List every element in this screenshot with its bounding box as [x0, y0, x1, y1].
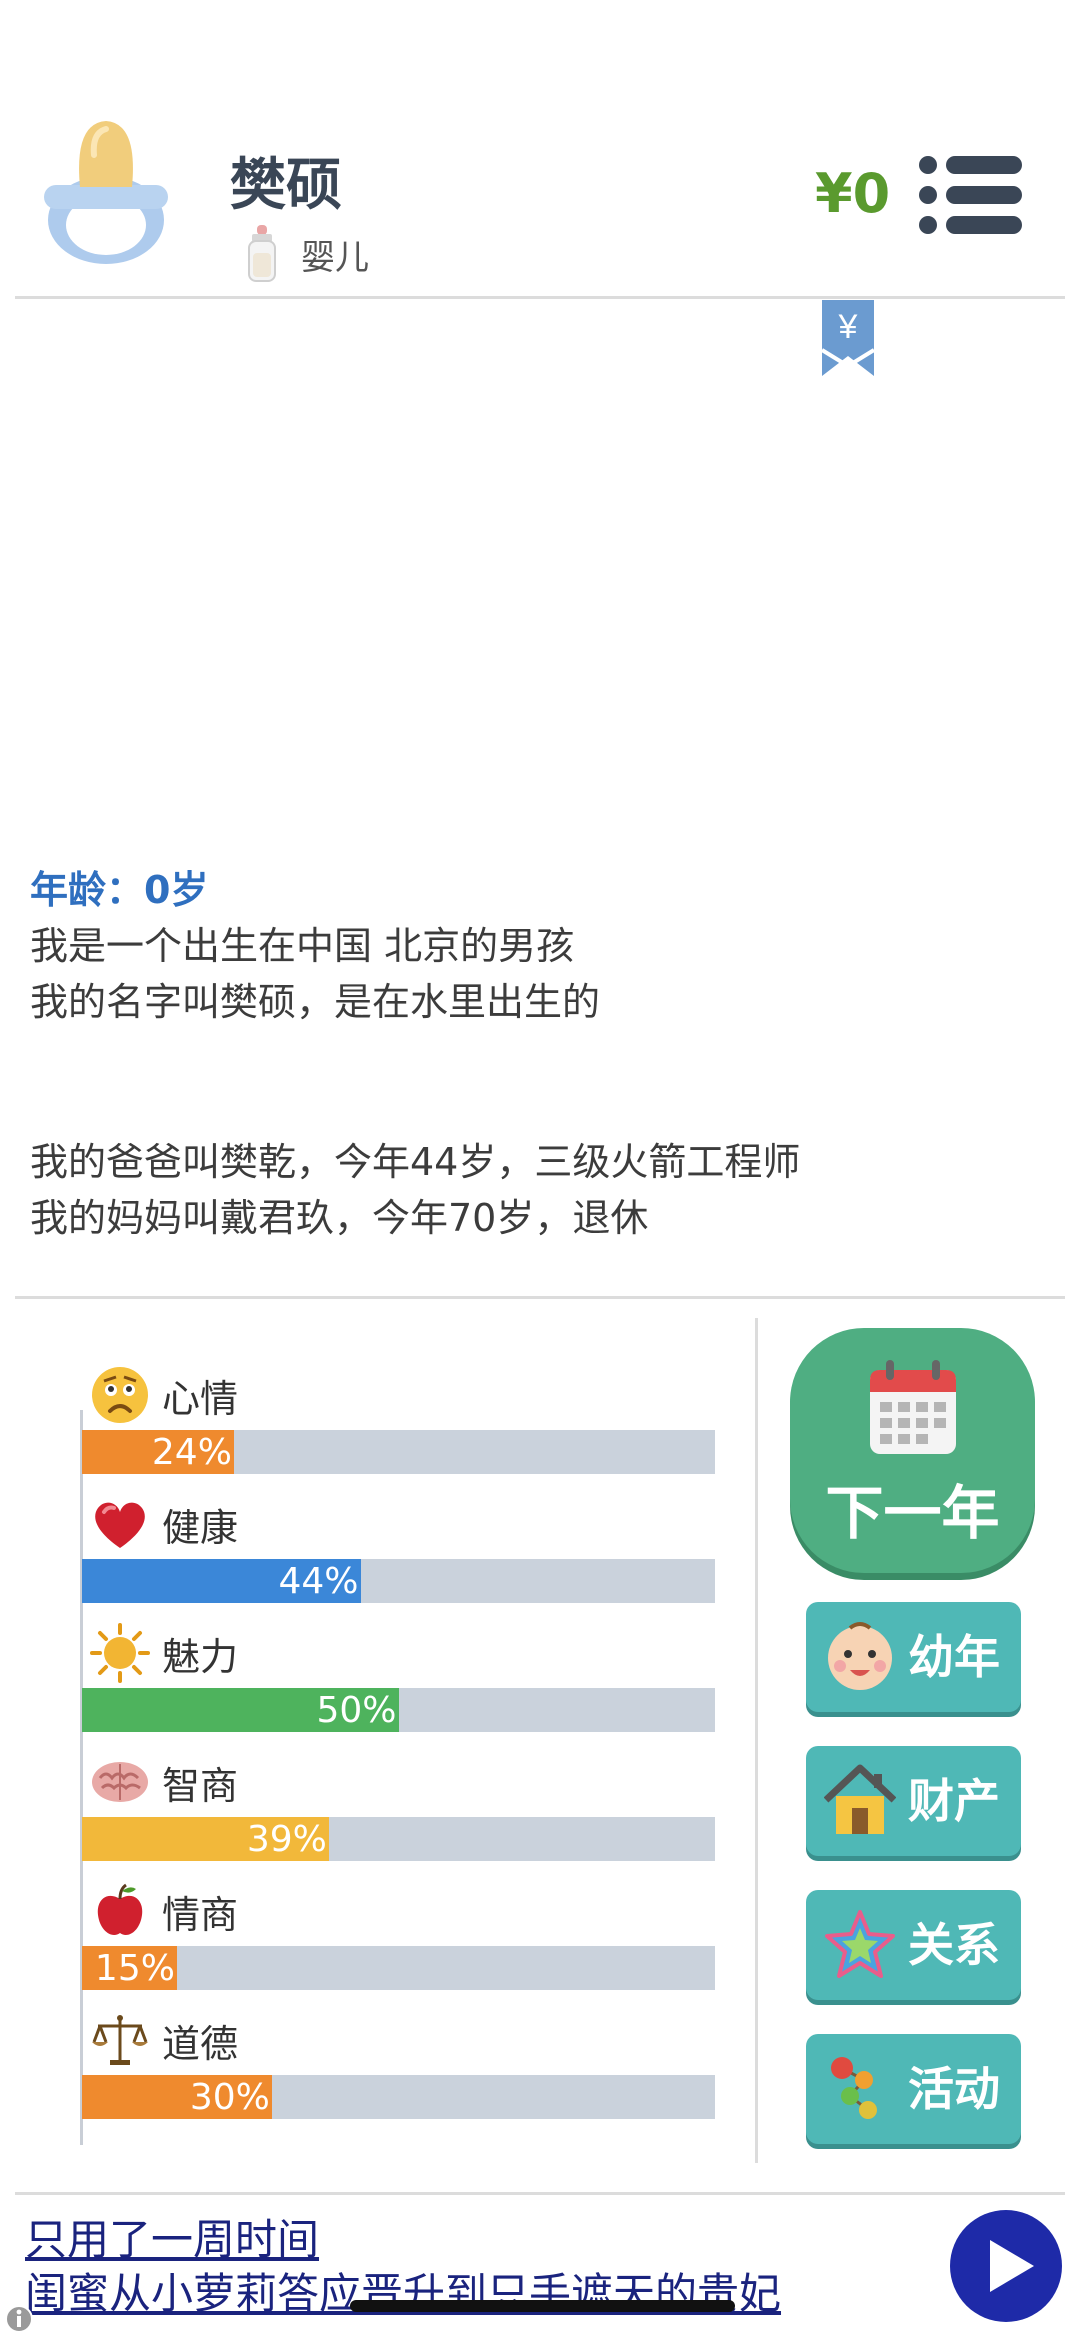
story-line: 我的名字叫樊硕，是在水里出生的: [30, 980, 601, 1024]
play-icon: [990, 2240, 1034, 2292]
stat-bar-fill: 44%: [82, 1559, 361, 1603]
money-balance: ¥0: [815, 162, 891, 225]
stat-morality: 道德 30%: [80, 2005, 720, 2134]
play-button[interactable]: [950, 2210, 1062, 2322]
assets-label: 财产: [908, 1774, 1000, 1828]
stat-bar-track: 39%: [82, 1817, 715, 1861]
stat-bar-track: 44%: [82, 1559, 715, 1603]
story-gap: [30, 1030, 1050, 1134]
bookmark-ribbon-icon: ¥: [820, 300, 876, 376]
stat-head: 道德: [90, 2008, 238, 2072]
activities-button[interactable]: 活动: [806, 2034, 1021, 2144]
stat-bar-fill: 24%: [82, 1430, 234, 1474]
stat-bar-fill: 30%: [82, 2075, 272, 2119]
stat-label: 智商: [162, 1763, 239, 1808]
ad-divider: [15, 2192, 1065, 2195]
story-line: 我的妈妈叫戴君玖，今年70岁，退休: [30, 1196, 649, 1240]
stat-label: 道德: [162, 2021, 239, 2066]
stat-bar-fill: 15%: [82, 1946, 177, 1990]
stat-bar-track: 15%: [82, 1946, 715, 1990]
money-bookmark[interactable]: ¥: [820, 300, 876, 378]
stat-head: 情商: [90, 1879, 238, 1943]
stat-bar-fill: 50%: [82, 1688, 399, 1732]
stat-percent: 15%: [94, 1948, 175, 1989]
apple-icon: [97, 1883, 143, 1935]
relations-label: 关系: [908, 1918, 1000, 1972]
stat-percent: 30%: [189, 2077, 270, 2118]
stat-bar-track: 50%: [82, 1688, 715, 1732]
house-icon: [824, 1764, 896, 1834]
stats-panel: 心情 24% 健康 44% 魅力 50% 智商 39% 情商 15% 道德 30…: [80, 1360, 720, 2134]
sad-face-icon: [92, 1367, 148, 1423]
bookmark-symbol: ¥: [838, 308, 858, 346]
stat-label: 魅力: [162, 1634, 239, 1679]
stat-label: 情商: [162, 1892, 239, 1937]
story-line: 我是一个出生在中国 北京的男孩: [30, 924, 575, 968]
stat-label: 心情: [162, 1376, 239, 1421]
home-indicator: [350, 2300, 735, 2312]
next-year-label: 下一年: [825, 1479, 1000, 1547]
info-icon[interactable]: [4, 2304, 34, 2334]
stat-bar-track: 24%: [82, 1430, 715, 1474]
childhood-label: 幼年: [908, 1630, 1000, 1684]
game-screen: 樊硕 婴儿 ¥0 ¥ 年龄：0岁 我是一个出生在中国 北京的男孩 我的名字叫樊硕…: [0, 0, 1080, 2339]
stat-eq: 情商 15%: [80, 1876, 720, 2005]
stat-percent: 44%: [278, 1561, 359, 1602]
sun-icon: [90, 1623, 150, 1683]
stat-bar-fill: 39%: [82, 1817, 329, 1861]
panel-separator: [755, 1318, 758, 2163]
header: 樊硕 婴儿 ¥0: [0, 0, 1080, 300]
assets-button[interactable]: 财产: [806, 1746, 1021, 1856]
scales-icon: [92, 2015, 148, 2065]
menu-list-icon[interactable]: [918, 155, 1024, 235]
stat-mood: 心情 24%: [80, 1360, 720, 1489]
childhood-button[interactable]: 幼年: [806, 1602, 1021, 1712]
stat-iq: 智商 39%: [80, 1747, 720, 1876]
baby-face-icon: [828, 1622, 892, 1690]
pacifier-icon: [44, 121, 168, 264]
activities-label: 活动: [908, 2062, 1000, 2116]
heart-icon: [95, 1502, 145, 1548]
ad-link-line1[interactable]: 只用了一周时间: [25, 2206, 319, 2267]
stat-percent: 50%: [316, 1690, 397, 1731]
brain-icon: [92, 1762, 148, 1802]
life-story: 年龄：0岁 我是一个出生在中国 北京的男孩 我的名字叫樊硕，是在水里出生的 我的…: [30, 862, 1050, 1246]
star-icon: [825, 1910, 895, 1978]
stat-bar-track: 30%: [82, 2075, 715, 2119]
story-line: 我的爸爸叫樊乾，今年44岁，三级火箭工程师: [30, 1140, 801, 1184]
stat-head: 智商: [90, 1750, 238, 1814]
stat-head: 魅力: [90, 1621, 238, 1685]
stat-head: 健康: [90, 1492, 238, 1556]
stat-percent: 24%: [151, 1432, 232, 1473]
header-divider: [15, 296, 1065, 299]
stat-charm: 魅力 50%: [80, 1618, 720, 1747]
stat-percent: 39%: [246, 1819, 327, 1860]
calendar-icon: [870, 1360, 956, 1454]
baby-bottle-icon: [248, 225, 276, 282]
activity-dots-icon: [831, 2057, 877, 2119]
stat-label: 健康: [162, 1505, 239, 1550]
life-stage: 婴儿: [245, 225, 369, 283]
age-line: 年龄：0岁: [30, 868, 209, 912]
stat-head: 心情: [90, 1363, 238, 1427]
relations-button[interactable]: 关系: [806, 1890, 1021, 2000]
life-stage-label: 婴儿: [301, 237, 369, 278]
character-name: 樊硕: [230, 153, 342, 218]
story-divider: [15, 1296, 1065, 1299]
stat-health: 健康 44%: [80, 1489, 720, 1618]
next-year-button[interactable]: 下一年: [790, 1328, 1035, 1573]
